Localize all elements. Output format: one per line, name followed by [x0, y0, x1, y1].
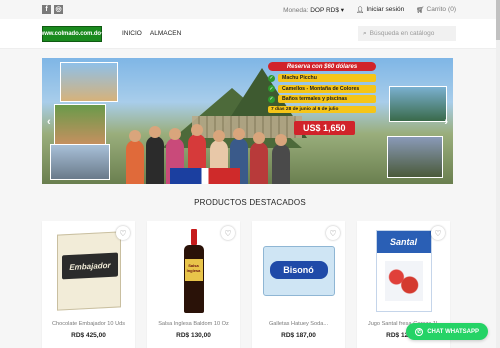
promo-item-label: Camellos - Montaña de Colores: [278, 84, 376, 93]
scrollbar[interactable]: [496, 0, 500, 348]
heart-icon[interactable]: ♡: [326, 226, 340, 240]
heart-icon[interactable]: ♡: [116, 226, 130, 240]
check-icon: ✓: [268, 74, 275, 82]
currency-selector[interactable]: Moneda: DOP RD$ ▾: [283, 6, 344, 14]
flag-graphic: [170, 168, 240, 184]
login-link[interactable]: 👤︎ Iniciar sesión: [356, 6, 404, 14]
instagram-icon[interactable]: ◎: [54, 5, 63, 14]
promo-price: US$ 1,650: [294, 121, 355, 135]
heart-icon[interactable]: ♡: [221, 226, 235, 240]
section-title: PRODUCTOS DESTACADOS: [194, 198, 306, 207]
product-brand: Bisonó: [269, 261, 328, 279]
promo-item: ✓ Machu Picchu: [268, 74, 376, 82]
banner-photo: [54, 104, 106, 146]
login-label[interactable]: Iniciar sesión: [366, 6, 404, 13]
chat-label[interactable]: CHAT WHATSAPP: [427, 329, 479, 335]
site-logo[interactable]: www.colmado.com.do+: [40, 25, 104, 42]
hero-banner[interactable]: Reserva con $60 dólares ✓ Machu Picchu ✓…: [42, 58, 453, 184]
carousel-next-icon[interactable]: ›: [444, 116, 448, 128]
promo-dates: 7 días 28 de junio al 6 de julio: [268, 105, 376, 113]
facebook-icon[interactable]: f: [42, 5, 51, 14]
heart-icon[interactable]: ♡: [431, 226, 445, 240]
site-header: www.colmado.com.do+ INICIO ALMACEN ⌕: [0, 19, 500, 49]
promo-item-label: Machu Picchu: [278, 74, 376, 82]
product-brand: Salsa Inglesa: [184, 259, 203, 281]
check-icon: ✓: [268, 85, 275, 92]
chevron-down-icon: ▾: [340, 6, 345, 14]
cart-icon: 🛒︎: [416, 6, 425, 14]
banner-photo: [387, 136, 443, 178]
product-image[interactable]: Santal: [363, 226, 444, 316]
promo-headline: Reserva con $60 dólares: [268, 62, 376, 71]
cart-link[interactable]: 🛒︎ Carrito (0): [416, 6, 456, 14]
product-brand: Santal: [376, 231, 431, 253]
product-image[interactable]: Embajador: [48, 226, 129, 316]
product-brand: Embajador: [61, 252, 118, 280]
nav-item-almacen[interactable]: ALMACEN: [150, 30, 181, 37]
product-image[interactable]: Bisonó: [258, 226, 339, 316]
promo-item: ✓ Camellos - Montaña de Colores: [268, 84, 376, 93]
product-card[interactable]: ♡ Embajador Chocolate Embajador 10 Uds R…: [42, 221, 135, 348]
product-image[interactable]: Salsa Inglesa: [153, 226, 234, 316]
whatsapp-icon: ✆: [415, 327, 424, 336]
product-card[interactable]: ♡ Bisonó Galletas Hatuey Soda... RD$ 187…: [252, 221, 345, 348]
top-bar: f ◎ Moneda: DOP RD$ ▾ 👤︎ Iniciar sesión …: [0, 0, 500, 19]
cart-label[interactable]: Carrito: [427, 6, 447, 13]
scrollbar-thumb[interactable]: [496, 0, 500, 40]
carousel-prev-icon[interactable]: ‹: [47, 116, 51, 128]
product-name[interactable]: Salsa Inglesa Baldom 10 Oz: [149, 321, 238, 327]
currency-label: Moneda:: [283, 6, 309, 14]
user-icon: 👤︎: [356, 6, 365, 14]
check-icon: ✓: [268, 95, 275, 103]
promo-box: Reserva con $60 dólares ✓ Machu Picchu ✓…: [268, 62, 376, 113]
product-name[interactable]: Galletas Hatuey Soda...: [254, 321, 343, 327]
product-price: RD$ 425,00: [71, 332, 106, 339]
product-price: RD$ 130,00: [176, 332, 211, 339]
product-list: ♡ Embajador Chocolate Embajador 10 Uds R…: [42, 221, 453, 348]
currency-value[interactable]: DOP RD$: [310, 7, 339, 14]
main-nav: INICIO ALMACEN: [122, 30, 181, 37]
product-price: RD$ 187,00: [281, 332, 316, 339]
banner-photo: [389, 86, 447, 122]
promo-item-label: Baños termales y piscinas: [278, 95, 376, 103]
whatsapp-chat-button[interactable]: ✆ CHAT WHATSAPP: [406, 323, 488, 340]
search-icon[interactable]: ⌕: [363, 30, 367, 38]
banner-photo: [50, 144, 110, 180]
banner-photo: [60, 62, 118, 102]
search-box[interactable]: ⌕: [358, 26, 456, 41]
promo-item: ✓ Baños termales y piscinas: [268, 95, 376, 103]
cart-count: (0): [448, 6, 456, 13]
product-card[interactable]: ♡ Salsa Inglesa Salsa Inglesa Baldom 10 …: [147, 221, 240, 348]
social-links: f ◎: [42, 5, 63, 14]
search-input[interactable]: [369, 30, 448, 37]
nav-item-inicio[interactable]: INICIO: [122, 30, 142, 37]
product-name[interactable]: Chocolate Embajador 10 Uds: [44, 321, 133, 327]
